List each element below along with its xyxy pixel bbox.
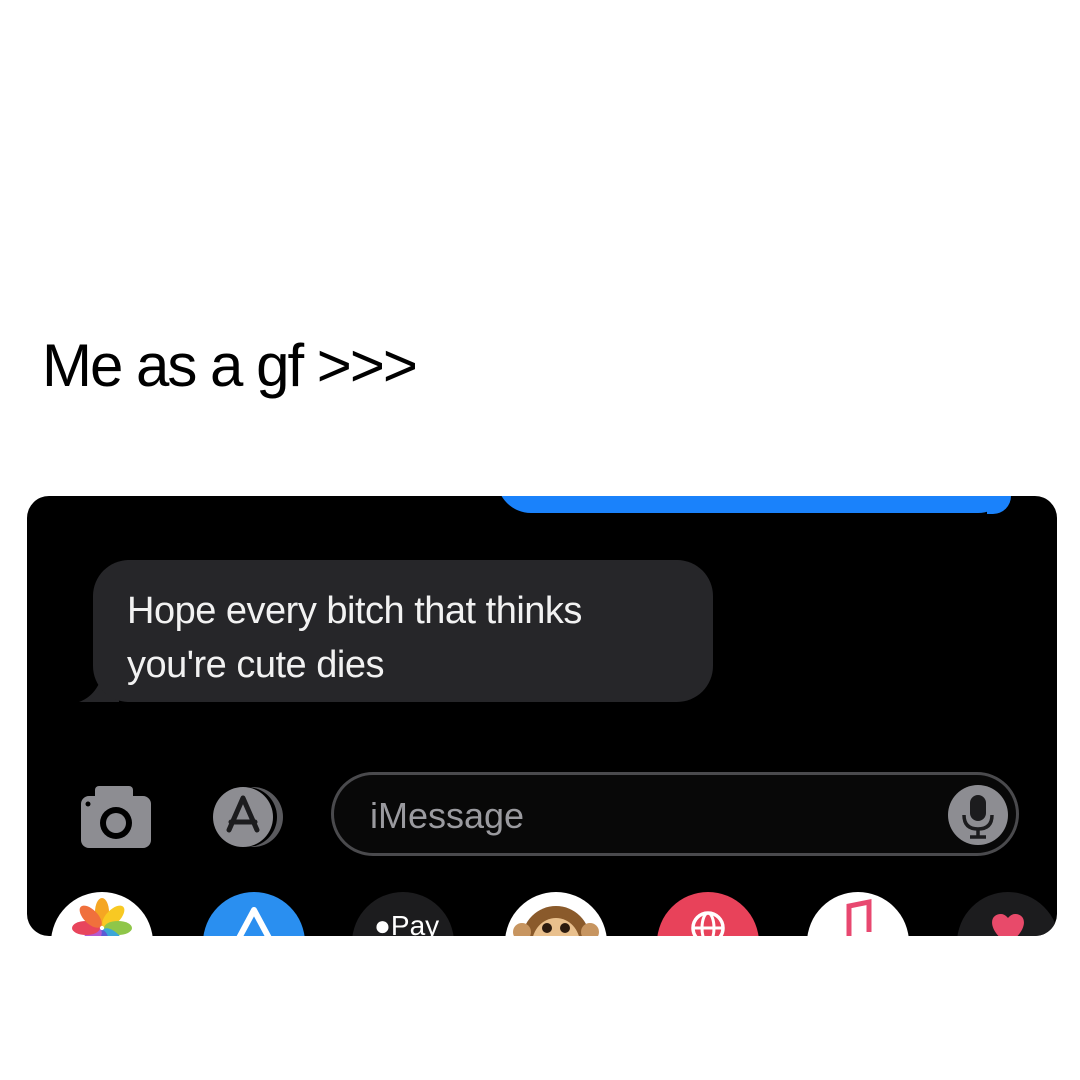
imessage-screen: Hope every bitch that thinks you're cute… xyxy=(27,496,1057,936)
photos-flower-icon xyxy=(72,898,132,936)
digital-touch-app-icon[interactable] xyxy=(957,892,1057,936)
music-note-icon xyxy=(846,898,872,936)
meme-caption: Me as a gf >>> xyxy=(42,332,418,399)
pay-label: Pay xyxy=(390,910,440,936)
monkey-face-icon xyxy=(513,906,599,936)
apple-pay-app-icon[interactable]: ●Pay xyxy=(352,892,454,936)
app-store-app-icon[interactable] xyxy=(203,892,305,936)
animoji-app-icon[interactable] xyxy=(505,892,607,936)
sent-bubble-tail xyxy=(987,496,1011,514)
heart-icon xyxy=(992,914,1024,936)
app-store-icon xyxy=(213,787,283,847)
web-images-app-icon[interactable] xyxy=(657,892,759,936)
apple-pay-label: ●Pay xyxy=(374,910,439,936)
camera-button[interactable] xyxy=(79,784,153,850)
microphone-button[interactable] xyxy=(948,785,1008,845)
received-message-bubble: Hope every bitch that thinks you're cute… xyxy=(93,560,713,702)
microphone-icon xyxy=(962,795,994,839)
apps-button[interactable] xyxy=(203,784,291,850)
message-input[interactable]: iMessage xyxy=(331,772,1019,856)
music-app-icon[interactable] xyxy=(807,892,909,936)
camera-icon xyxy=(81,786,151,848)
apple-logo-icon: ● xyxy=(374,910,391,936)
sent-message-bubble[interactable] xyxy=(497,496,1012,513)
app-store-glyph-icon xyxy=(236,907,272,936)
photos-app-icon[interactable] xyxy=(51,892,153,936)
globe-icon xyxy=(691,911,725,936)
input-placeholder: iMessage xyxy=(370,795,525,836)
